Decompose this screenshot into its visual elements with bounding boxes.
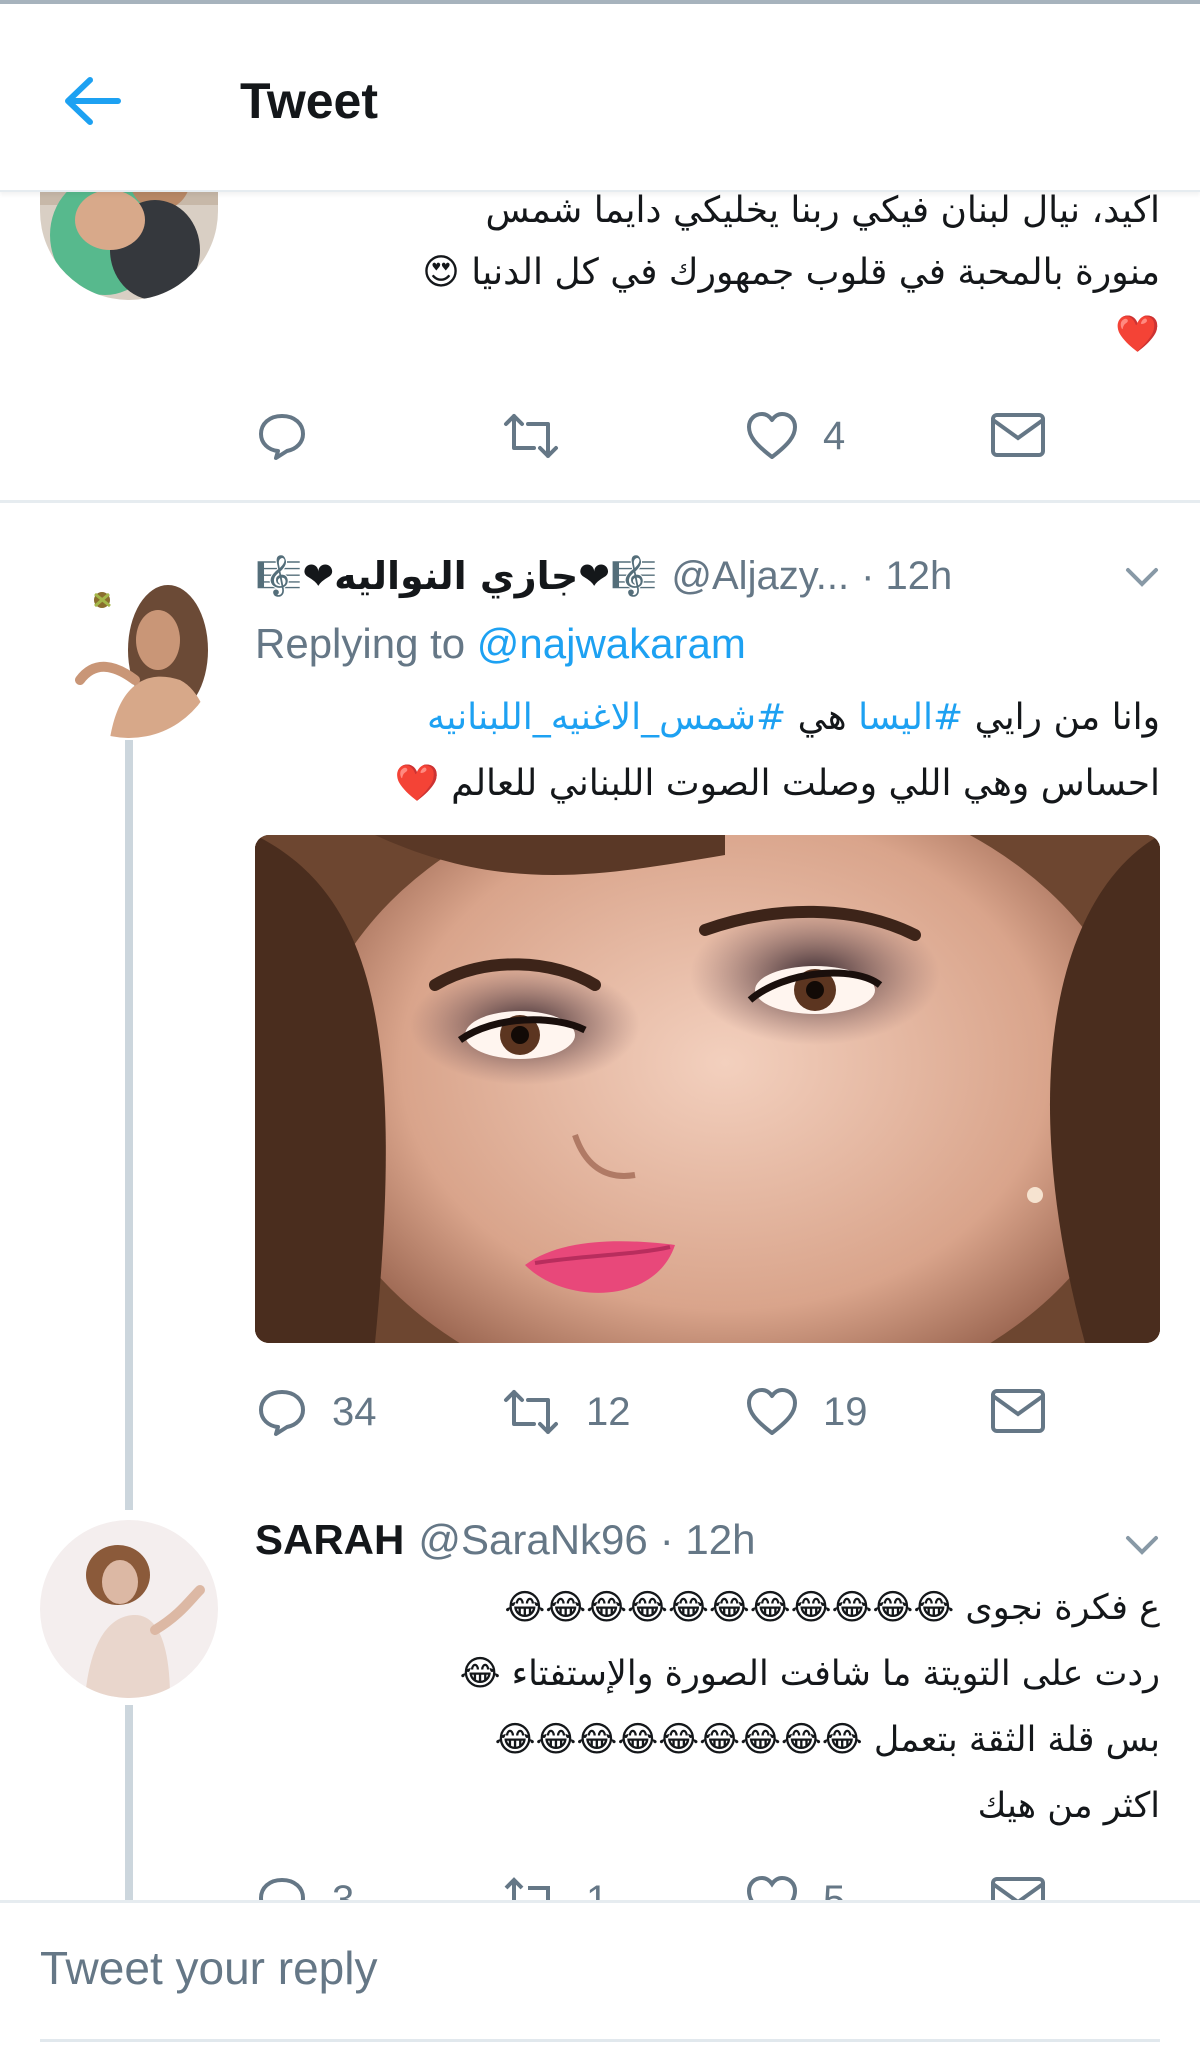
user-handle[interactable]: @SaraNk96 [418,1516,647,1564]
tweet-media-image[interactable] [255,835,1160,1343]
like-button[interactable]: 4 [745,410,845,462]
reply-button[interactable]: 3 [256,1874,354,1900]
chevron-down-icon [1126,1536,1158,1555]
reply-button[interactable] [256,410,308,462]
tweet-header: SARAH @SaraNk96 · 12h [255,1512,1160,1568]
like-count: 5 [823,1877,846,1901]
avatar[interactable] [40,1520,218,1698]
envelope-icon [991,1877,1045,1900]
tweet-actions: 3 1 5 [0,1870,1200,1900]
tweet-actions: 4 [0,400,1200,470]
tweet-text: ع فكرة نجوى 😂😂😂😂😂😂😂😂😂😂😂 ردت على التويتة … [459,1588,1160,1826]
reply-input[interactable]: Tweet your reply [40,1941,377,1995]
envelope-icon [991,413,1045,457]
reply-icon [258,1877,306,1900]
reply-count: 3 [332,1877,355,1901]
tweet-text: وانا من رايي #اليسا هي #شمس_الاغنيه_اللب… [394,697,1160,804]
retweet-icon [504,1390,558,1434]
input-underline [40,2039,1160,2042]
dm-button[interactable] [990,1388,1046,1434]
back-arrow-icon [65,77,121,125]
divider [0,500,1200,503]
heart-icon [747,1388,797,1435]
tweet-time[interactable]: · 12h [660,1516,756,1564]
back-button[interactable] [62,74,122,128]
more-options-button[interactable] [1122,562,1162,592]
hashtag-link[interactable]: #شمس_الاغنيه_اللبنانيه [427,697,786,738]
avatar[interactable] [40,560,218,738]
display-name[interactable]: SARAH [255,1516,404,1564]
replying-to: Replying to @najwakaram [255,620,746,667]
hashtag-link[interactable]: #اليسا [858,697,963,738]
reply-button[interactable]: 34 [256,1386,377,1438]
reply-icon [259,1390,305,1436]
top-bar: Tweet [0,4,1200,192]
retweet-icon [504,1877,550,1900]
like-button[interactable]: 19 [745,1386,868,1438]
heart-icon [747,412,797,459]
heart-icon [746,1875,798,1900]
chevron-down-icon [1126,568,1158,587]
retweet-button[interactable] [500,410,562,462]
retweet-count: 12 [586,1389,631,1434]
tweet-actions: 34 12 19 [0,1380,1200,1450]
more-options-button[interactable] [1122,1530,1162,1560]
like-button[interactable]: 5 [745,1874,845,1900]
reply-compose-bar: Tweet your reply [0,1900,1200,2060]
tweet-time[interactable]: · 12h [861,554,952,599]
retweet-button[interactable]: 12 [500,1386,631,1438]
envelope-icon [991,1389,1045,1433]
reply-count: 34 [332,1389,377,1434]
page-title: Tweet [240,73,378,129]
dm-button[interactable] [990,1876,1046,1900]
retweet-icon [504,414,558,458]
display-name[interactable]: 🎼❤جازي النواليه❤🎼 [255,554,657,599]
reply-icon [259,414,305,460]
tweet-text: اكيد، نيال لبنان فيكي ربنا يخليكي دايما … [422,190,1160,355]
tweet-header: 🎼❤جازي النواليه❤🎼 @Aljazy... · 12h [255,548,1160,604]
like-count: 4 [823,413,846,458]
replying-to-handle[interactable]: @najwakaram [477,620,746,667]
user-handle[interactable]: @Aljazy... [671,554,849,599]
dm-button[interactable] [990,412,1046,458]
like-count: 19 [823,1389,868,1434]
retweet-button[interactable]: 1 [500,1874,608,1900]
retweet-count: 1 [586,1877,609,1901]
